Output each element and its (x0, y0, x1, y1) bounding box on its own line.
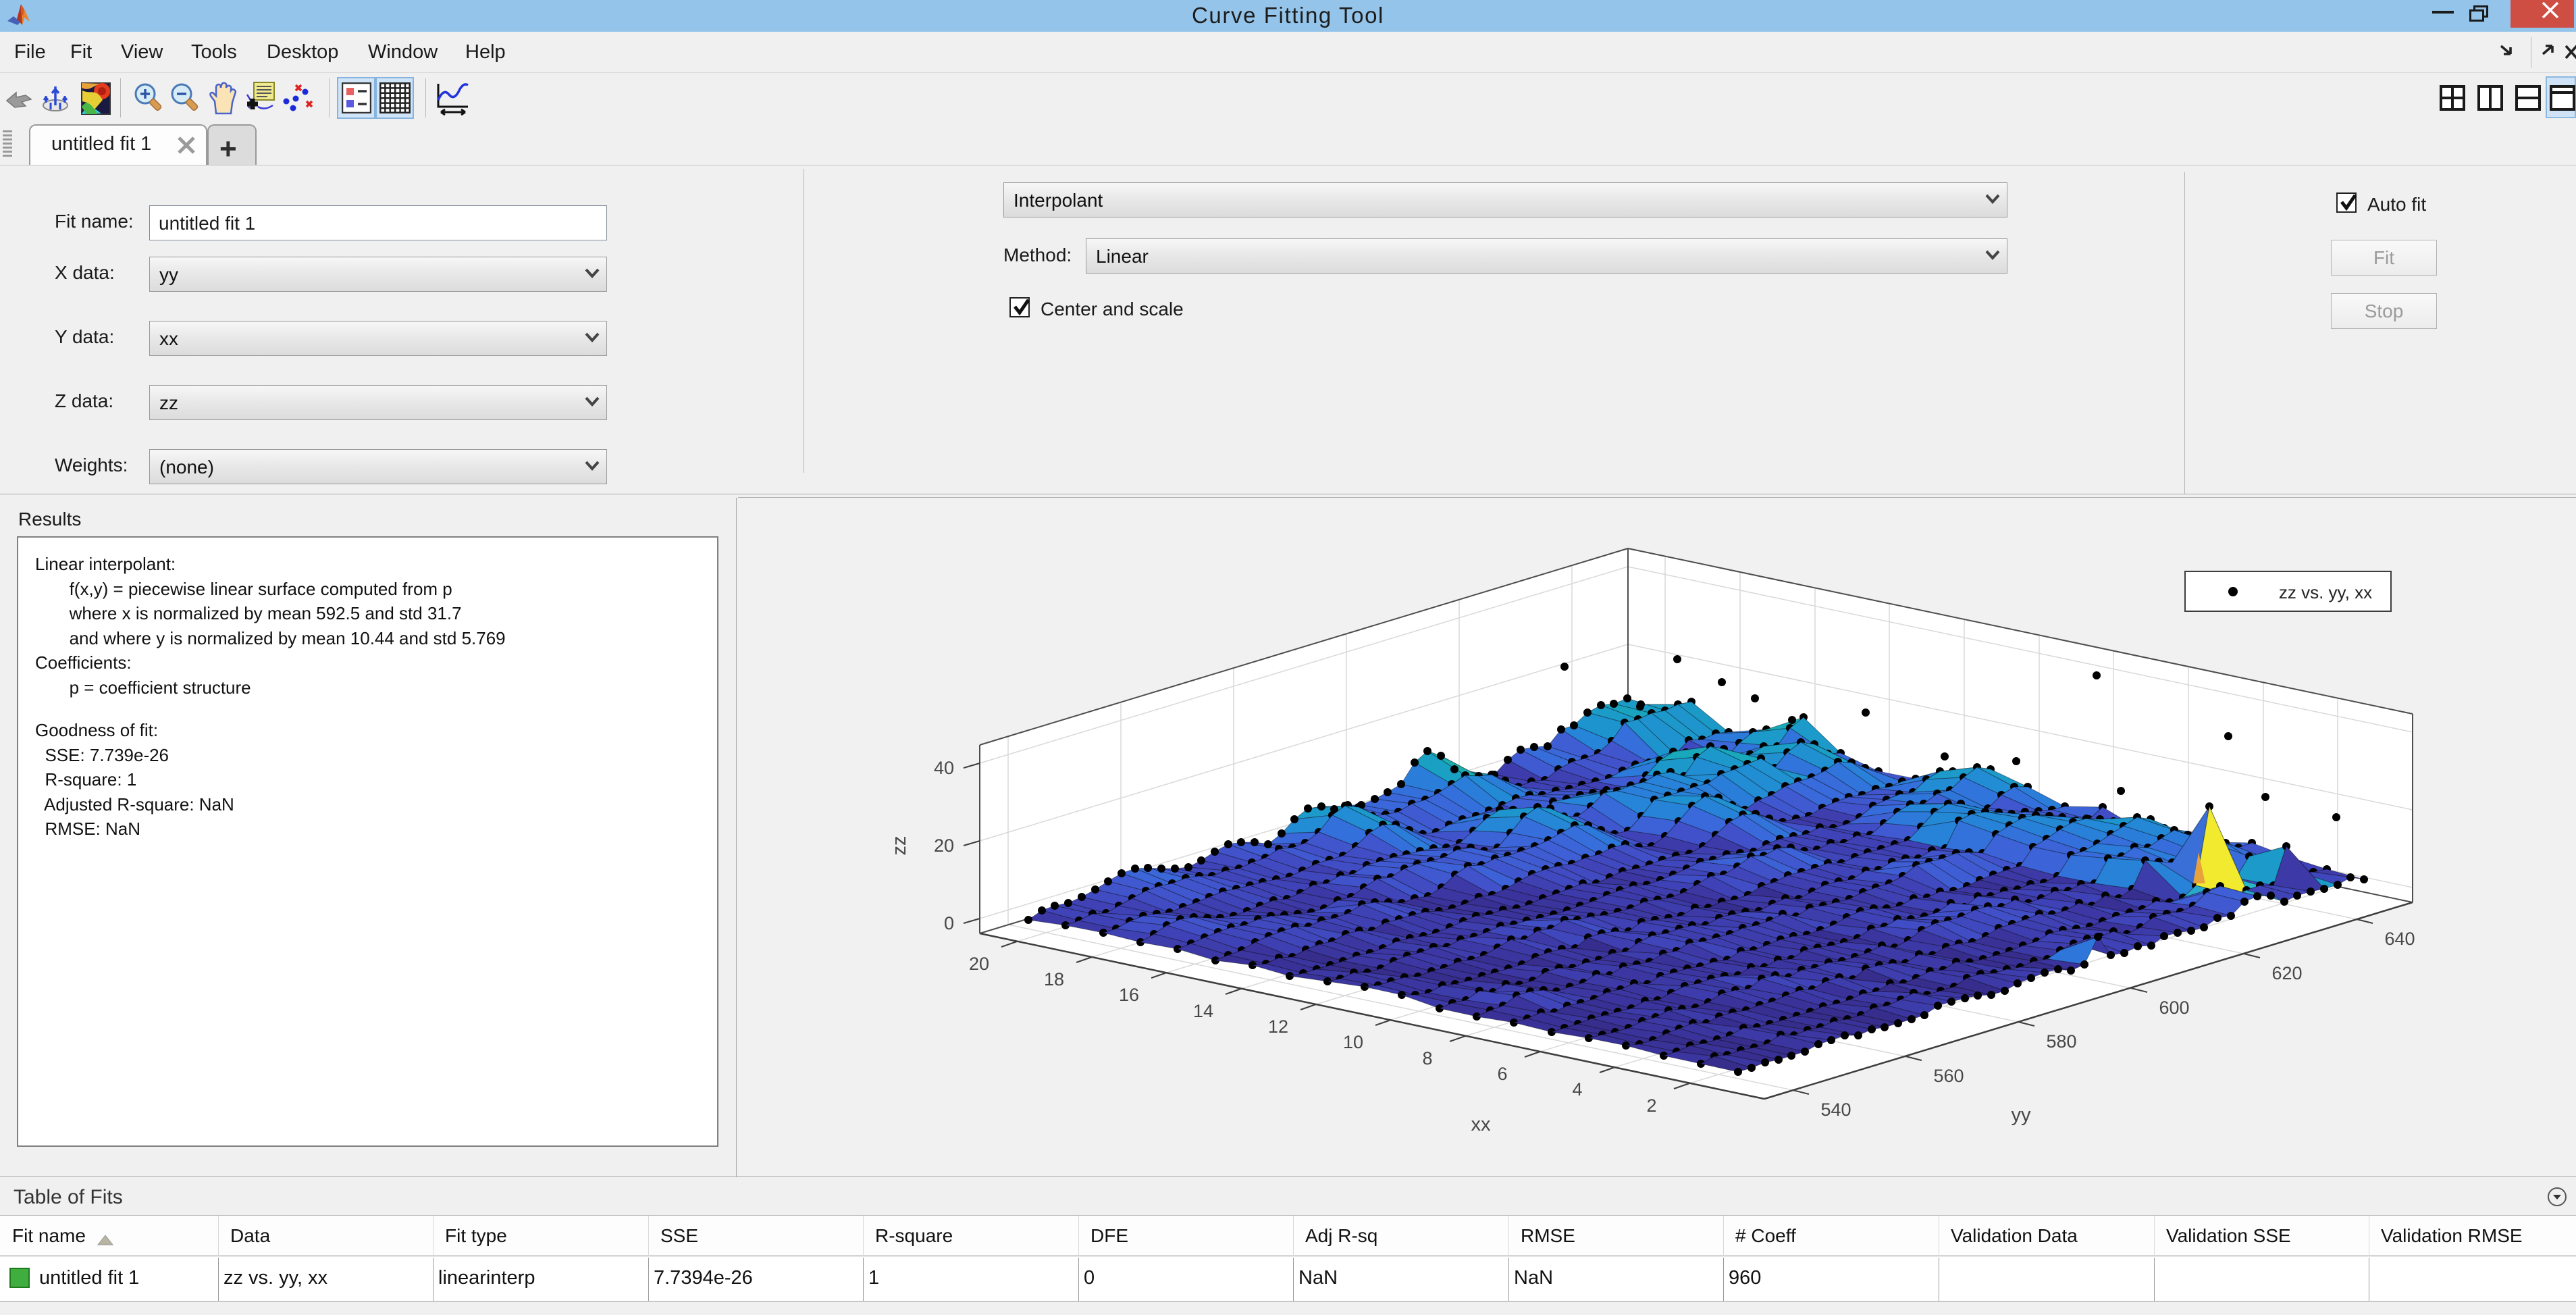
svg-text:2: 2 (1646, 1095, 1656, 1116)
svg-text:540: 540 (1820, 1100, 1851, 1120)
svg-text:4: 4 (1572, 1079, 1582, 1100)
svg-text:zz vs. yy, xx: zz vs. yy, xx (2279, 582, 2372, 602)
svg-text:40: 40 (934, 758, 954, 778)
svg-text:8: 8 (1422, 1048, 1432, 1068)
svg-text:20: 20 (934, 835, 954, 856)
svg-text:580: 580 (2046, 1031, 2076, 1052)
svg-text:zz: zz (889, 836, 910, 856)
svg-text:12: 12 (1268, 1016, 1288, 1037)
svg-text:14: 14 (1193, 1001, 1213, 1021)
svg-text:yy: yy (2012, 1104, 2032, 1126)
svg-text:10: 10 (1343, 1032, 1363, 1052)
svg-text:6: 6 (1497, 1064, 1507, 1084)
svg-text:20: 20 (969, 954, 989, 974)
svg-text:560: 560 (1933, 1066, 1964, 1086)
svg-text:600: 600 (2159, 998, 2189, 1018)
svg-text:640: 640 (2384, 929, 2415, 949)
svg-text:620: 620 (2271, 963, 2302, 983)
svg-text:16: 16 (1119, 985, 1139, 1005)
svg-text:xx: xx (1471, 1114, 1492, 1135)
svg-text:18: 18 (1044, 969, 1064, 989)
svg-text:0: 0 (944, 913, 954, 933)
